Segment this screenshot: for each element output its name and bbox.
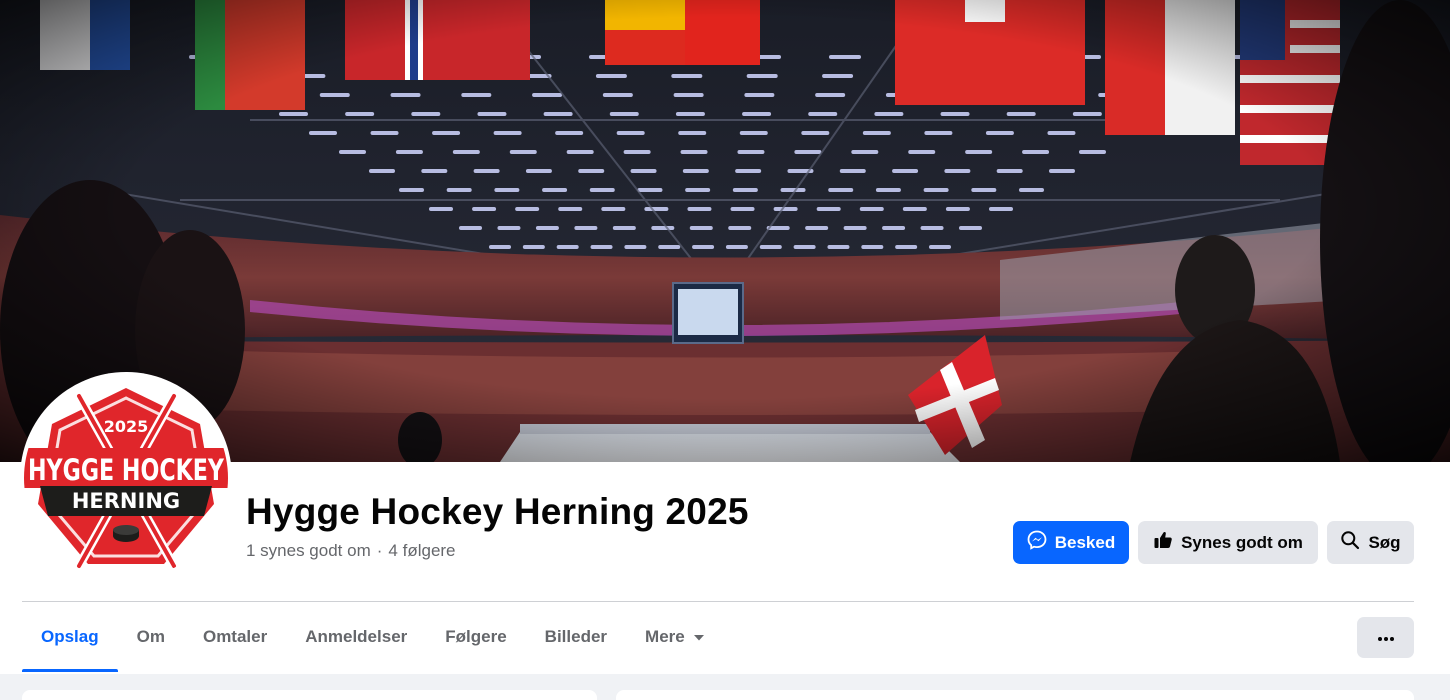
followers-count[interactable]: 4 følgere [388, 541, 455, 561]
tab-label: Mere [645, 627, 685, 646]
search-icon [1340, 530, 1360, 555]
thumbs-up-icon [1153, 530, 1173, 555]
more-dots-icon [1377, 629, 1395, 647]
search-button[interactable]: Søg [1327, 521, 1414, 564]
logo-year: 2025 [104, 417, 149, 436]
tab-label: Billeder [544, 627, 608, 646]
tab-label: Følgere [445, 627, 507, 646]
more-options-button[interactable] [1357, 617, 1414, 658]
posts-card [616, 690, 1414, 700]
tab-label: Anmeldelser [305, 627, 408, 646]
messenger-icon [1027, 530, 1047, 555]
intro-card [22, 690, 597, 700]
tab-omtaler[interactable]: Omtaler [184, 602, 286, 672]
logo-line1: HYGGE HOCKEY [28, 453, 225, 487]
cover-photo[interactable] [0, 0, 1450, 462]
stats-separator: · [376, 541, 383, 560]
message-button[interactable]: Besked [1013, 521, 1129, 564]
page-stats: 1 synes godt om · 4 følgere [246, 541, 456, 561]
logo-line2: HERNING [72, 489, 180, 513]
search-button-label: Søg [1368, 532, 1401, 552]
tab-label: Opslag [41, 627, 99, 646]
facebook-page: 2025 HYGGE HOCKEY HERNING Hygge Hockey H… [0, 0, 1450, 700]
tab-more-dropdown[interactable]: Mere [626, 602, 724, 672]
tab-anmeldelser[interactable]: Anmeldelser [286, 602, 426, 672]
profile-picture[interactable]: 2025 HYGGE HOCKEY HERNING [20, 372, 232, 584]
tab-om[interactable]: Om [118, 602, 184, 672]
tab-label: Omtaler [202, 627, 268, 646]
tab-label: Om [136, 627, 165, 646]
like-button-label: Synes godt om [1181, 532, 1303, 552]
arena-cover-image [0, 0, 1450, 462]
caret-down-icon [693, 627, 705, 647]
tab-billeder[interactable]: Billeder [526, 602, 626, 672]
tab-opslag[interactable]: Opslag [22, 602, 118, 672]
page-tabs: Opslag Om Omtaler Anmeldelser Følgere Bi… [22, 602, 724, 672]
tab-followers[interactable]: Følgere [426, 602, 525, 672]
hygge-hockey-logo: 2025 HYGGE HOCKEY HERNING [24, 376, 228, 580]
like-button[interactable]: Synes godt om [1138, 521, 1318, 564]
message-button-label: Besked [1054, 532, 1116, 552]
likes-count[interactable]: 1 synes godt om [246, 541, 371, 561]
page-title: Hygge Hockey Herning 2025 [246, 491, 749, 532]
